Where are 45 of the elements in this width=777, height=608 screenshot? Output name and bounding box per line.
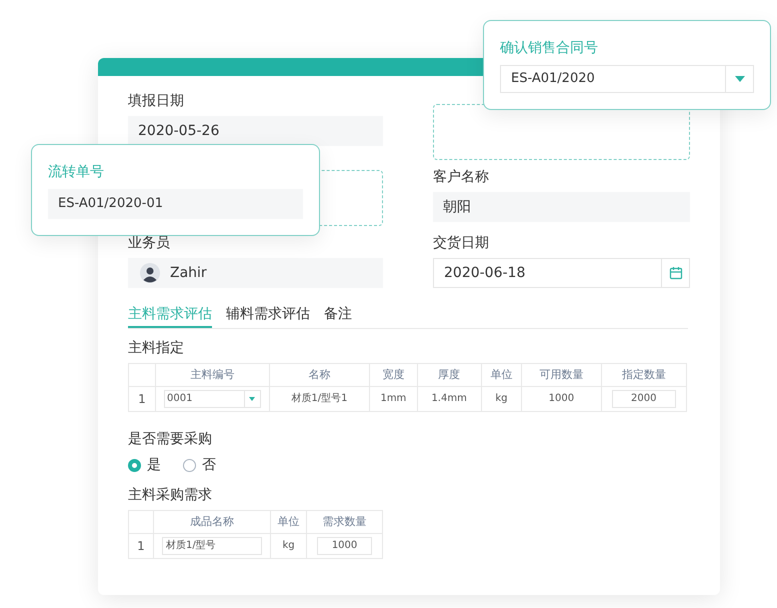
tab[interactable]: 备注 [324,304,352,328]
caret-icon [249,397,256,401]
field-label: 业务员 [128,234,171,252]
column-header: 主料编号 [156,364,270,386]
table-cell: 1.4mm [417,386,482,412]
field-label: 填报日期 [128,92,185,110]
calendar-icon [668,266,682,280]
field-label: 客户名称 [433,168,490,186]
row-number: 1 [128,386,156,412]
product-field[interactable]: 材质1/型号 [162,537,262,555]
field-label: 交货日期 [433,234,490,252]
text-field[interactable]: 朝阳 [433,192,690,222]
radio-option[interactable]: 是 [128,456,161,474]
quantity-field[interactable]: 2000 [612,390,676,408]
text-field[interactable]: ES-A01/2020-01 [48,189,303,219]
column-header: 成品名称 [154,510,271,534]
date-field[interactable]: 2020-06-18 [433,258,690,288]
column-header: 指定数量 [601,364,686,386]
quantity-field[interactable]: 1000 [317,537,372,555]
column-header: 厚度 [417,364,482,386]
popup-title: 流转单号 [48,163,105,181]
popup-title: 确认销售合同号 [500,39,599,57]
section-title: 主料指定 [128,339,185,357]
radio-option[interactable]: 否 [183,456,216,474]
text-field[interactable]: 2020-05-26 [128,116,383,146]
person-field[interactable]: Zahir [128,258,383,288]
column-header: 名称 [269,364,370,386]
tab[interactable]: 辅料需求评估 [226,304,310,328]
section-title: 主料采购需求 [128,486,213,504]
select-field[interactable]: 0001 [164,390,261,408]
row-number: 1 [128,534,154,558]
table-cell: 1000 [522,386,602,412]
table-cell: 材质1/型号1 [269,386,370,412]
select-field[interactable]: ES-A01/2020 [500,65,754,93]
table-cell: kg [270,534,307,558]
question-label: 是否需要采购 [128,430,213,448]
column-header: 可用数量 [522,364,602,386]
column-header: 单位 [270,510,307,534]
column-header: 单位 [481,364,522,386]
column-header: 需求数量 [306,510,382,534]
caret-icon [734,76,744,82]
table-cell: 1mm [370,386,418,412]
avatar-icon [140,263,160,283]
column-header: 宽度 [370,364,418,386]
table-cell: kg [481,386,522,412]
